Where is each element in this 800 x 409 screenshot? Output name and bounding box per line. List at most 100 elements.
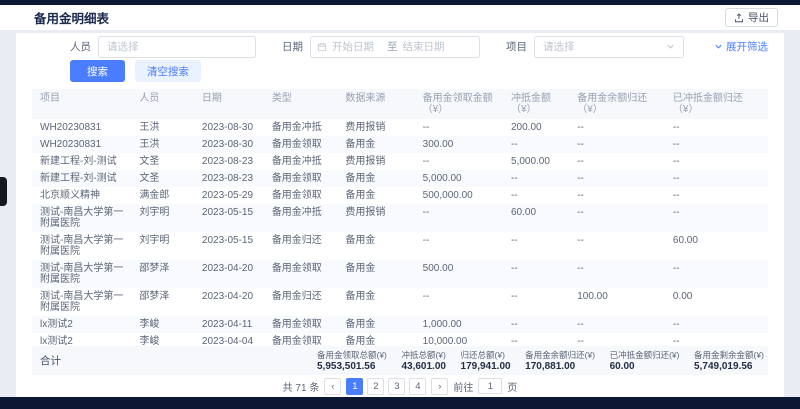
total-item-label: 备用金余额归还(¥)	[525, 350, 595, 360]
offset-return-cell: --	[665, 204, 768, 232]
chevron-down-icon	[666, 42, 675, 51]
offset-amount-cell: --	[503, 136, 569, 153]
offset-return-cell: 60.00	[665, 232, 768, 260]
offset-return-cell: --	[665, 333, 768, 346]
offset-amount-cell: --	[503, 316, 569, 333]
page-button-2[interactable]: 2	[367, 378, 384, 395]
jump-page-input[interactable]	[478, 378, 502, 394]
project-cell: 测试-南昌大学第一附属医院	[32, 204, 131, 232]
source-cell: 备用金	[337, 136, 414, 153]
table-row: WH20230831王洪2023-08-30备用金冲抵费用报销--200.00-…	[32, 119, 768, 136]
date-filter-label: 日期	[282, 39, 303, 54]
table-body: WH20230831王洪2023-08-30备用金冲抵费用报销--200.00-…	[32, 119, 768, 346]
offset-return-cell: --	[665, 187, 768, 204]
project-cell: 北京顺义精神	[32, 187, 131, 204]
type-cell: 备用金领取	[264, 333, 338, 346]
page-header: 备用金明细表 导出	[0, 5, 800, 30]
total-item-value: 179,941.00	[461, 361, 511, 372]
date-cell: 2023-08-23	[194, 170, 264, 187]
table-row: lx测试2李峻2023-04-04备用金领取备用金10,000.00------	[32, 333, 768, 346]
project-filter-placeholder: 请选择	[543, 39, 575, 54]
type-cell: 备用金冲抵	[264, 119, 338, 136]
prev-page-button[interactable]: ‹	[324, 378, 341, 395]
table-row: 新建工程-刘-测试文圣2023-08-23备用金冲抵费用报销--5,000.00…	[32, 153, 768, 170]
clear-search-button[interactable]: 清空搜索	[135, 60, 201, 82]
date-cell: 2023-04-04	[194, 333, 264, 346]
person-filter-input[interactable]	[98, 36, 256, 58]
date-cell: 2023-08-30	[194, 119, 264, 136]
jump-prefix-label: 前往	[453, 379, 473, 394]
offset-return-cell: --	[665, 136, 768, 153]
project-cell: 测试-南昌大学第一附属医院	[32, 260, 131, 288]
source-cell: 费用报销	[337, 204, 414, 232]
type-cell: 备用金冲抵	[264, 153, 338, 170]
total-item-label: 冲抵总额(¥)	[401, 350, 446, 360]
sidebar-expand-handle[interactable]	[0, 177, 7, 206]
person-cell: 刘宇明	[131, 204, 194, 232]
pagination-bar: 共 71 条 ‹ 1234 › 前往 页	[32, 375, 768, 397]
date-start-input[interactable]	[332, 41, 382, 53]
column-header-2: 人员	[131, 89, 194, 119]
total-item-value: 43,601.00	[401, 361, 446, 372]
date-range-separator: 至	[387, 39, 398, 54]
total-item: 冲抵总额(¥)43,601.00	[401, 350, 446, 372]
offset-amount-cell: --	[503, 187, 569, 204]
export-icon	[734, 13, 744, 23]
source-cell: 费用报销	[337, 153, 414, 170]
offset-amount-cell: 200.00	[503, 119, 569, 136]
offset-amount-cell: --	[503, 170, 569, 187]
balance-return-cell: --	[569, 204, 665, 232]
page-buttons: 1234	[346, 378, 426, 395]
person-cell: 满金郎	[131, 187, 194, 204]
total-item-label: 备用金领取总额(¥)	[317, 350, 387, 360]
filter-actions: 搜索 清空搜索	[70, 60, 768, 82]
project-filter-select[interactable]: 请选择	[534, 36, 684, 58]
person-cell: 李峻	[131, 316, 194, 333]
page-button-4[interactable]: 4	[409, 378, 426, 395]
column-header-7: 冲抵金额（¥）	[503, 89, 569, 119]
page-button-1[interactable]: 1	[346, 378, 363, 395]
date-end-input[interactable]	[403, 41, 453, 53]
offset-return-cell: --	[665, 260, 768, 288]
source-cell: 备用金	[337, 288, 414, 316]
date-range-picker[interactable]: 至	[310, 36, 480, 58]
offset-return-cell: 0.00	[665, 288, 768, 316]
date-cell: 2023-08-30	[194, 136, 264, 153]
type-cell: 备用金归还	[264, 288, 338, 316]
total-item-label: 备用金剩余金额(¥)	[694, 350, 764, 360]
table-row: lx测试2李峻2023-04-11备用金领取备用金1,000.00------	[32, 316, 768, 333]
page-button-3[interactable]: 3	[388, 378, 405, 395]
type-cell: 备用金领取	[264, 260, 338, 288]
project-cell: 新建工程-刘-测试	[32, 153, 131, 170]
received-amount-cell: 10,000.00	[415, 333, 503, 346]
offset-amount-cell: --	[503, 333, 569, 346]
received-amount-cell: --	[415, 153, 503, 170]
totals-items: 备用金领取总额(¥)5,953,501.56 冲抵总额(¥)43,601.00 归还…	[317, 350, 768, 372]
calendar-icon	[317, 42, 327, 52]
expand-filters-link[interactable]: 展开筛选	[714, 39, 768, 54]
search-button[interactable]: 搜索	[70, 60, 125, 82]
project-cell: WH20230831	[32, 119, 131, 136]
total-item-value: 5,953,501.56	[317, 361, 387, 372]
balance-return-cell: --	[569, 333, 665, 346]
next-page-button[interactable]: ›	[431, 378, 448, 395]
date-cell: 2023-04-20	[194, 260, 264, 288]
content-card: 人员 日期 至 项目 请选择 展开	[16, 33, 784, 397]
column-header-9: 已冲抵金额归还（¥）	[665, 89, 768, 119]
source-cell: 备用金	[337, 232, 414, 260]
export-button[interactable]: 导出	[725, 8, 778, 27]
date-cell: 2023-05-29	[194, 187, 264, 204]
project-filter-label: 项目	[506, 39, 527, 54]
total-item: 备用金余额归还(¥)170,881.00	[525, 350, 595, 372]
project-cell: 新建工程-刘-测试	[32, 170, 131, 187]
expand-chevron-icon	[714, 42, 723, 51]
date-cell: 2023-05-15	[194, 204, 264, 232]
type-cell: 备用金领取	[264, 187, 338, 204]
person-cell: 文圣	[131, 170, 194, 187]
date-cell: 2023-05-15	[194, 232, 264, 260]
total-item-label: 归还总额(¥)	[461, 350, 511, 360]
column-header-6: 备用金领取金额（¥）	[415, 89, 503, 119]
expand-filters-label: 展开筛选	[726, 39, 768, 54]
jump-suffix-label: 页	[507, 379, 517, 394]
table-row: 新建工程-刘-测试文圣2023-08-23备用金领取备用金5,000.00---…	[32, 170, 768, 187]
